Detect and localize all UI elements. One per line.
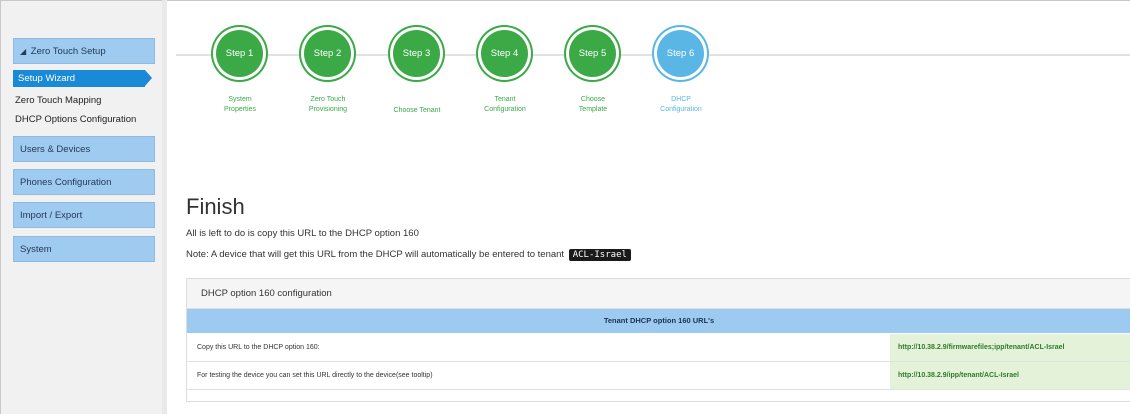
step-caption-line: System: [228, 96, 252, 103]
note-text: Note: A device that will get this URL fr…: [186, 249, 631, 261]
wizard-step-3-caption: Choose Tenant: [377, 106, 457, 116]
sidebar-group-phones-configuration[interactable]: Phones Configuration: [13, 169, 155, 195]
sidebar-item-setup-wizard[interactable]: Setup Wizard: [13, 70, 152, 87]
wizard-step-5-caption: Choose Template: [553, 95, 633, 115]
step-caption-line: DHCP: [671, 96, 691, 103]
wizard-step-6-caption: DHCP Configuration: [641, 95, 721, 115]
wizard-step-3[interactable]: Step 3: [393, 30, 440, 77]
wizard-step-1[interactable]: Step 1: [216, 30, 263, 77]
step-caption-line: Provisioning: [308, 106, 348, 113]
panel-title: DHCP option 160 configuration: [201, 288, 332, 299]
step-caption-line: Configuration: [484, 106, 526, 113]
sidebar-group-import-export[interactable]: Import / Export: [13, 202, 155, 228]
window-top-border: [0, 0, 1130, 1]
sidebar-group-label: Zero Touch Setup: [30, 46, 106, 57]
panel-header: DHCP option 160 configuration: [187, 279, 1130, 309]
url-cell[interactable]: http://10.38.2.9/ipp/tenant/ACL-Israel: [890, 362, 1130, 389]
sidebar-splitter[interactable]: [162, 0, 167, 414]
step-caption-line: Properties: [224, 106, 256, 113]
row-label: Copy this URL to the DHCP option 160:: [197, 344, 320, 351]
wizard-step-6[interactable]: Step 6: [657, 30, 704, 77]
step-caption-line: Configuration: [660, 106, 702, 113]
url-cell[interactable]: http://10.38.2.9/firmwarefiles;ipp/tenan…: [890, 334, 1130, 361]
step-caption-line: Template: [578, 106, 608, 113]
wizard-step-1-caption: System Properties: [200, 95, 280, 115]
row-label: For testing the device you can set this …: [197, 372, 433, 379]
sidebar-item-zero-touch-mapping[interactable]: Zero Touch Mapping: [15, 94, 101, 108]
dhcp-config-panel: DHCP option 160 configuration Tenant DHC…: [186, 278, 1130, 402]
table-row: Copy this URL to the DHCP option 160: ht…: [187, 334, 1130, 362]
note-text-prefix: Note: A device that will get this URL fr…: [186, 249, 565, 260]
sidebar-group-zero-touch-setup[interactable]: ◢ Zero Touch Setup: [13, 38, 155, 64]
step-caption-line: Zero Touch: [310, 96, 346, 103]
sidebar-group-users-devices[interactable]: Users & Devices: [13, 136, 155, 162]
table-header: Tenant DHCP option 160 URL's: [187, 309, 1130, 333]
sidebar-group-label: Phones Configuration: [20, 177, 112, 188]
page-title: Finish: [186, 194, 245, 219]
sidebar-group-label: Users & Devices: [20, 144, 91, 155]
step-caption-line: Tenant: [494, 96, 516, 103]
sidebar-group-label: System: [20, 244, 52, 255]
instruction-text: All is left to do is copy this URL to th…: [186, 228, 419, 239]
wizard-step-5[interactable]: Step 5: [569, 30, 616, 77]
sidebar-group-label: Import / Export: [20, 210, 83, 221]
sidebar-group-system[interactable]: System: [13, 236, 155, 262]
table-row: For testing the device you can set this …: [187, 362, 1130, 390]
wizard-step-2[interactable]: Step 2: [304, 30, 351, 77]
step-caption-line: Choose: [580, 96, 606, 103]
sidebar-item-dhcp-options-configuration[interactable]: DHCP Options Configuration: [15, 113, 136, 127]
wizard-step-4-caption: Tenant Configuration: [465, 95, 545, 115]
tenant-name-badge: ACL-Israel: [568, 249, 631, 261]
wizard-step-4[interactable]: Step 4: [481, 30, 528, 77]
collapse-arrow-icon: ◢: [20, 47, 27, 56]
sidebar: ◢ Zero Touch Setup Setup Wizard Zero Tou…: [1, 1, 163, 414]
step-caption-line: Choose Tenant: [393, 107, 441, 114]
wizard-step-2-caption: Zero Touch Provisioning: [288, 95, 368, 115]
